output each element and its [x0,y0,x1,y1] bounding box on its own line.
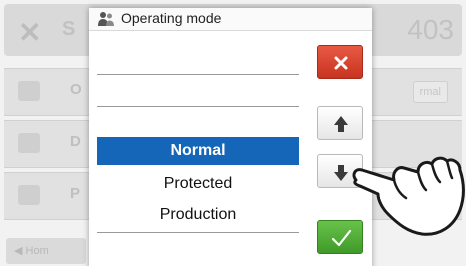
list-divider [97,74,299,75]
option-protected[interactable]: Protected [97,170,299,198]
option-production[interactable]: Production [97,201,299,229]
background-row-value: rmal [412,81,448,103]
list-divider [97,232,299,233]
dialog-title: Operating mode [121,10,222,26]
home-button: ◀ Hom [6,238,86,264]
background-row-label: P [70,185,81,202]
users-icon [18,81,40,101]
cancel-button[interactable] [317,45,363,79]
background-row-label: O [70,81,82,98]
background-title: S [62,18,76,40]
background-counter: 403 [407,14,454,45]
users-icon [18,133,40,153]
list-divider [97,106,299,107]
operating-mode-dialog: Operating mode Normal Protected Producti… [89,8,372,266]
users-icon [18,185,40,205]
option-normal[interactable]: Normal [97,137,299,165]
screen-frame: ✕ S 403 O rmal D P ◀ Hom Operating mode [0,0,466,266]
dialog-title-bar: Operating mode [89,8,372,31]
logo-icon: ✕ [18,17,42,48]
users-icon [98,12,114,26]
pointing-hand-icon [352,156,465,236]
close-icon [334,56,348,70]
background-row-label: D [70,133,81,150]
